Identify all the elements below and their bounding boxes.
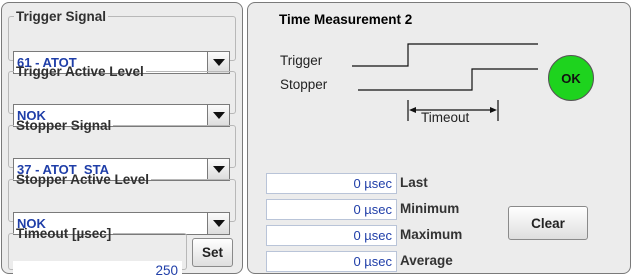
stopper-signal-group: Stopper Signal 37 - ATOT STA (8, 118, 236, 181)
timeout-group: Timeout [µsec] 250 (8, 226, 187, 275)
configuration-panel: Trigger Signal 61 - ATOT Trigger Active … (1, 2, 243, 275)
stopper-signal-legend: Stopper Signal (16, 118, 112, 133)
maximum-value: 0 µsec (266, 225, 397, 246)
average-label: Average (400, 253, 453, 268)
timeout-legend: Timeout [µsec] (16, 226, 112, 241)
timeout-input[interactable]: 250 (13, 261, 182, 275)
minimum-value: 0 µsec (266, 199, 397, 220)
stopper-waveform (358, 68, 538, 91)
trigger-active-level-group: Trigger Active Level NOK (8, 64, 236, 127)
last-value: 0 µsec (266, 173, 397, 194)
stopper-active-level-group: Stopper Active Level NOK (8, 172, 236, 235)
timeout-arrow-right (490, 107, 497, 113)
trigger-signal-group: Trigger Signal 61 - ATOT (8, 9, 236, 74)
set-button[interactable]: Set (192, 238, 233, 267)
ok-status-indicator: OK (548, 55, 594, 101)
stopper-active-level-legend: Stopper Active Level (16, 172, 150, 187)
average-value: 0 µsec (266, 251, 397, 272)
trigger-active-level-legend: Trigger Active Level (16, 64, 144, 79)
timeout-arrow-left (409, 107, 416, 113)
maximum-label: Maximum (400, 227, 463, 242)
minimum-label: Minimum (400, 201, 460, 216)
time-measurement-panel: Time Measurement 2 Trigger Stopper Timeo… (247, 2, 631, 274)
timeout-label: Timeout (421, 110, 470, 125)
last-label: Last (400, 175, 428, 190)
trigger-signal-legend: Trigger Signal (16, 9, 107, 24)
chevron-down-icon[interactable] (207, 213, 229, 234)
trigger-waveform (352, 43, 538, 67)
clear-button[interactable]: Clear (508, 206, 588, 240)
